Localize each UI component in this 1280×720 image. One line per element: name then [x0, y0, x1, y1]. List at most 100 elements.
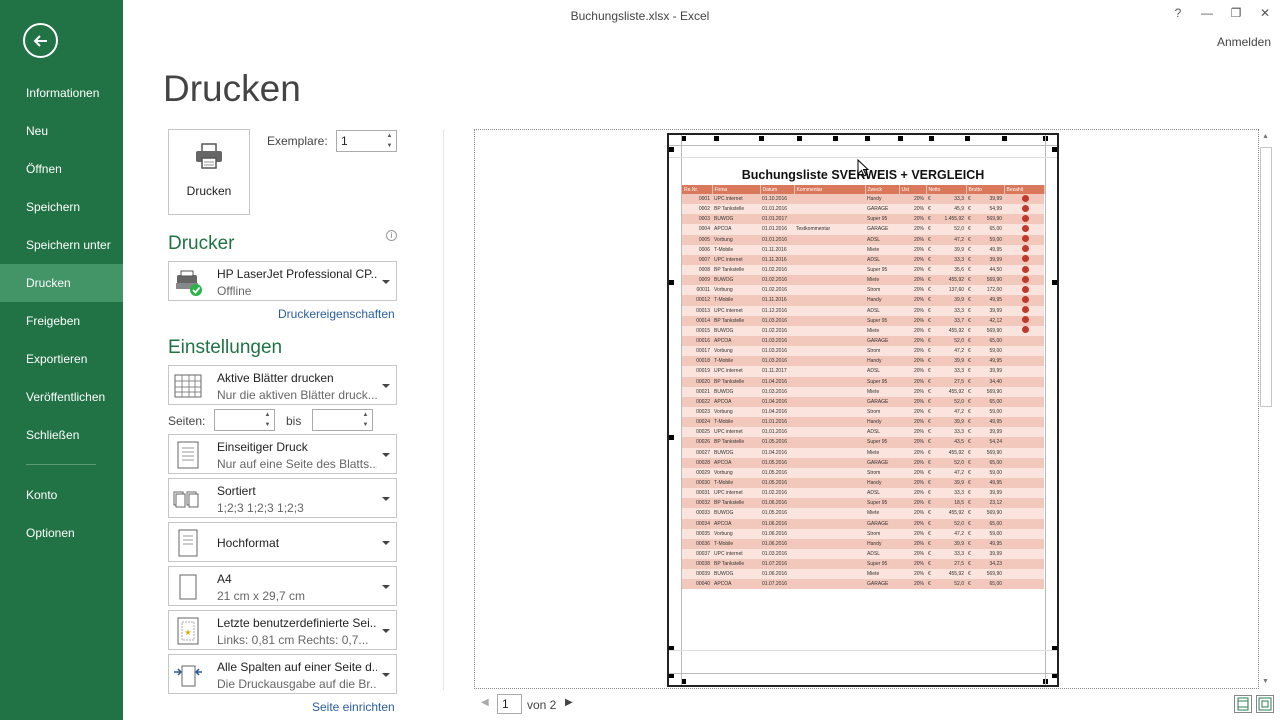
table-cell: € [926, 538, 934, 549]
sidebar-item-drucken[interactable]: Drucken [0, 264, 123, 302]
pages-to-stepper[interactable]: ▲ ▼ [312, 409, 373, 431]
excel-backstage-print: Informationen Neu Öffnen Speichern Speichern… [0, 0, 1280, 720]
chevron-down-icon [382, 673, 390, 677]
margin-guide-right [1045, 135, 1046, 685]
sidebar-item-schließen[interactable]: Schließen [0, 416, 123, 454]
table-cell: € [966, 325, 975, 336]
scroll-up-icon[interactable]: ▲ [1262, 133, 1269, 140]
table-cell: 01.12.2016 [760, 305, 794, 316]
table-cell [794, 569, 865, 580]
paid-cell [1004, 538, 1045, 549]
sidebar-item-neu[interactable]: Neu [0, 112, 123, 150]
margin-handle[interactable] [714, 136, 719, 141]
table-cell: € [926, 224, 934, 235]
sidebar-item-speichern[interactable]: Speichern [0, 188, 123, 226]
copies-stepper[interactable]: ▲▼ [336, 130, 397, 152]
paper-size-dropdown[interactable]: A4 21 cm x 29,7 cm [168, 566, 397, 606]
spin-down-icon[interactable]: ▼ [359, 420, 372, 430]
printer-properties-link[interactable]: Druckereigenschaften [278, 307, 395, 321]
sides-dropdown[interactable]: Einseitiger Druck Nur auf eine Seite des… [168, 434, 397, 474]
margin-handle[interactable] [759, 136, 764, 141]
preview-scrollbar[interactable]: ▲ ▼ [1259, 129, 1274, 689]
table-cell: 00014 [682, 315, 712, 326]
margin-handle[interactable] [669, 280, 674, 285]
spin-up-icon[interactable]: ▲ [261, 410, 274, 420]
printer-dropdown[interactable]: HP LaserJet Professional CP... Offline [168, 261, 397, 301]
restore-button[interactable]: ❐ [1225, 3, 1247, 23]
sidebar-item-konto[interactable]: Konto [0, 476, 123, 514]
table-cell: 20% [899, 376, 926, 387]
chevron-down-icon [382, 629, 390, 633]
sidebar-item-veröffentlichen[interactable]: Veröffentlichen [0, 378, 123, 416]
margin-handle[interactable] [1052, 280, 1057, 285]
help-button[interactable]: ? [1167, 3, 1189, 23]
spin-down-icon[interactable]: ▼ [261, 420, 274, 430]
orientation-dropdown[interactable]: Hochformat [168, 522, 397, 562]
sidebar-item-exportieren[interactable]: Exportieren [0, 340, 123, 378]
page-setup-link[interactable]: Seite einrichten [312, 700, 395, 714]
chevron-down-icon [382, 497, 390, 501]
table-cell: € [926, 518, 934, 529]
next-page-button[interactable]: ▶ [565, 697, 573, 708]
margin-handle[interactable] [833, 136, 838, 141]
collate-dropdown[interactable]: Sortiert 1;2;3 1;2;3 1;2;3 [168, 478, 397, 518]
sidebar-item-öffnen[interactable]: Öffnen [0, 150, 123, 188]
margin-handle[interactable] [898, 136, 903, 141]
print-scope-dropdown[interactable]: Aktive Blätter drucken Nur die aktiven B… [168, 365, 397, 405]
close-button[interactable]: ✕ [1254, 3, 1276, 23]
margins-dropdown[interactable]: ★ Letzte benutzerdefinierte Sei... Links… [168, 610, 397, 650]
margin-handle[interactable] [865, 136, 870, 141]
table-cell: 20% [899, 518, 926, 529]
sidebar-item-freigeben[interactable]: Freigeben [0, 302, 123, 340]
show-margins-icon[interactable] [1234, 695, 1252, 713]
table-cell: € [926, 477, 934, 489]
print-button[interactable]: Drucken [168, 129, 250, 215]
zoom-to-page-icon[interactable] [1256, 695, 1274, 713]
paid-cell [1004, 224, 1045, 235]
margin-handle[interactable] [669, 435, 674, 440]
scroll-down-icon[interactable]: ▼ [1262, 678, 1269, 685]
paid-cell [1004, 579, 1045, 590]
sidebar-item-optionen[interactable]: Optionen [0, 514, 123, 552]
paid-status-icon [1021, 245, 1029, 253]
table-cell: 00026 [682, 437, 712, 448]
scroll-thumb[interactable] [1260, 147, 1272, 407]
table-cell: 01.01.2016 [760, 427, 794, 438]
table-cell: 33,3 [934, 305, 967, 316]
previous-page-button[interactable]: ◀ [481, 697, 489, 708]
margin-handle[interactable] [1002, 136, 1007, 141]
spin-up-icon[interactable]: ▲ [383, 131, 396, 141]
margin-handle[interactable] [929, 136, 934, 141]
table-cell: 45,9 [934, 204, 967, 215]
spin-up-icon[interactable]: ▲ [359, 410, 372, 420]
sidebar-item-informationen[interactable]: Informationen [0, 74, 123, 112]
table-row: 00026 BP Tankstelle 01.05.2016 Super 95 20% €… [682, 437, 1045, 448]
margin-handle[interactable] [965, 136, 970, 141]
sign-in-link[interactable]: Anmelden [1217, 35, 1271, 49]
table-cell: Super 95 [865, 376, 899, 387]
table-cell: 00020 [682, 376, 712, 387]
table-cell: Strom [865, 285, 899, 296]
spin-down-icon[interactable]: ▼ [383, 141, 396, 151]
back-arrow-icon[interactable] [23, 23, 58, 58]
booking-table: Re.Nr. Firma Datum Kommentar Zweck Ust Netto Br… [682, 185, 1045, 590]
paid-cell [1004, 315, 1045, 326]
margin-handle[interactable] [797, 136, 802, 141]
sidebar-item-speichern-unter[interactable]: Speichern unter [0, 226, 123, 264]
table-cell: UPC internet [712, 194, 760, 205]
table-cell [794, 427, 865, 438]
page-count: von 2 [527, 698, 557, 712]
paid-cell [1004, 346, 1045, 357]
pages-from-stepper[interactable]: ▲ ▼ [214, 409, 275, 431]
table-cell: € [966, 488, 975, 499]
margin-handle[interactable] [1052, 147, 1057, 152]
scaling-dropdown[interactable]: Alle Spalten auf einer Seite d... Die Dr… [168, 654, 397, 694]
table-cell: 0004 [682, 224, 712, 235]
paper-icon [179, 574, 197, 600]
margin-handle[interactable] [669, 147, 674, 152]
minimize-button[interactable]: — [1196, 3, 1218, 23]
table-cell: € [926, 346, 934, 357]
page-number-input[interactable]: 1 [497, 694, 522, 714]
table-cell: € [966, 264, 975, 276]
info-icon[interactable]: i [386, 230, 397, 241]
